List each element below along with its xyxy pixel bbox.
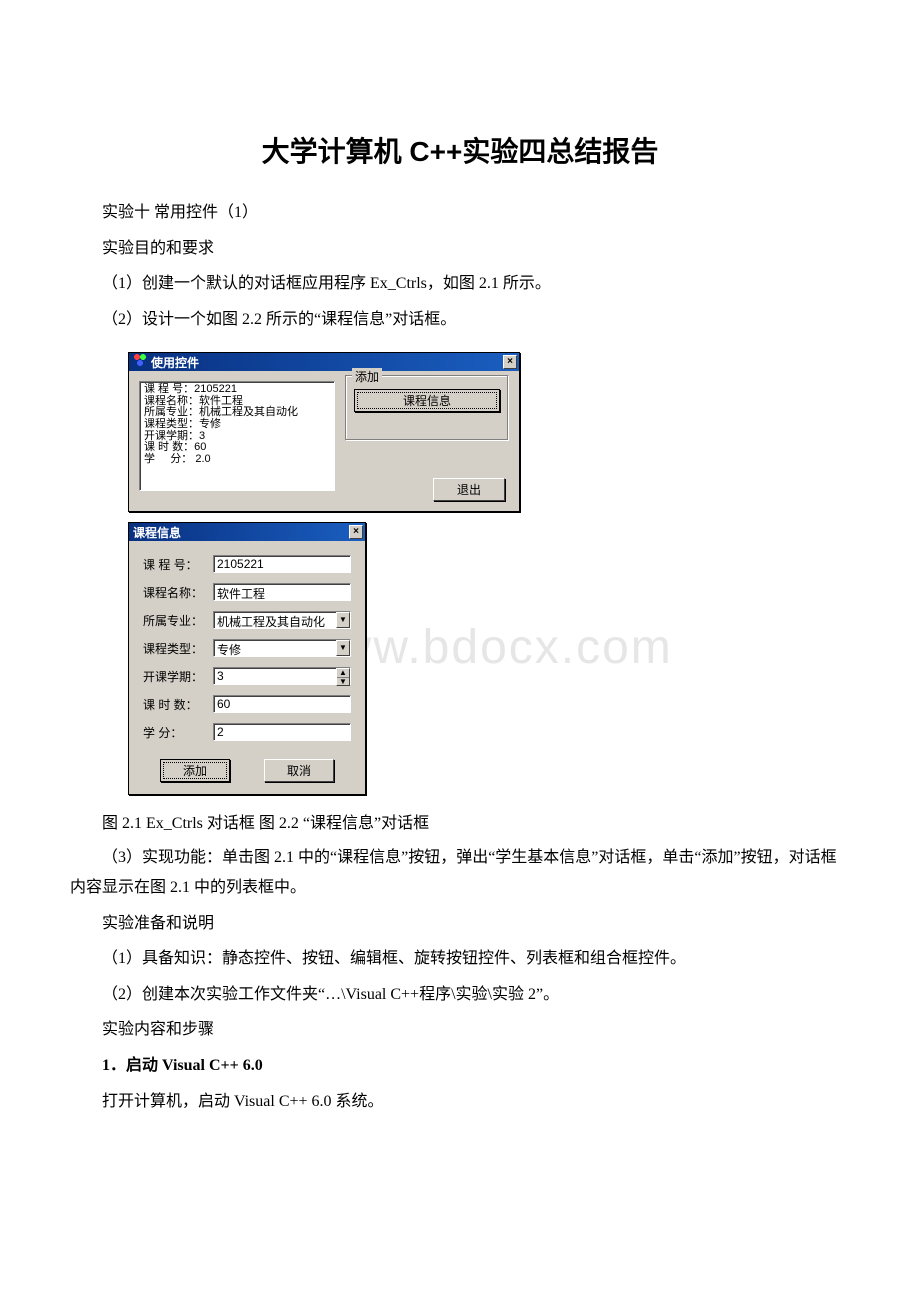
heading-steps: 实验内容和步骤 <box>70 1015 850 1045</box>
chevron-down-icon[interactable]: ▼ <box>337 678 349 686</box>
dlg1-title-text: 使用控件 <box>151 356 199 370</box>
row-course-type: 课程类型： 专修 ▼ <box>143 639 351 657</box>
close-icon[interactable]: × <box>349 525 363 539</box>
combo-major[interactable]: 机械工程及其自动化 <box>213 611 351 629</box>
course-info-button[interactable]: 课程信息 <box>354 389 500 412</box>
input-course-id[interactable]: 2105221 <box>213 555 351 573</box>
prep-1-text: （1）具备知识：静态控件、按钮、编辑框、旋转按钮控件、列表框和组合框控件。 <box>70 944 686 974</box>
cancel-button[interactable]: 取消 <box>264 759 334 782</box>
doc-title: 大学计算机 C++实验四总结报告 <box>70 130 850 170</box>
add-button[interactable]: 添加 <box>160 759 230 782</box>
label-course-type: 课程类型： <box>143 640 213 657</box>
heading-prep: 实验准备和说明 <box>70 909 850 939</box>
label-course-id: 课 程 号： <box>143 556 213 573</box>
row-semester: 开课学期： 3 ▲ ▼ <box>143 667 351 685</box>
row-hours: 课 时 数： 60 <box>143 695 351 713</box>
dlg2-title-text: 课程信息 <box>133 524 181 541</box>
spin-buttons[interactable]: ▲ ▼ <box>336 668 350 686</box>
step-1-heading: 1．启动 Visual C++ 6.0 <box>70 1051 850 1081</box>
prep-1: （1）具备知识：静态控件、按钮、编辑框、旋转按钮控件、列表框和组合框控件。 <box>70 944 850 974</box>
spin-semester[interactable]: 3 <box>213 667 351 685</box>
req-2: （2）设计一个如图 2.2 所示的“课程信息”对话框。 <box>70 305 850 335</box>
dialog-ex-ctrls: 使用控件 × 课 程 号：2105221 课程名称：软件工程 所属专业：机械工程… <box>128 352 520 512</box>
input-hours[interactable]: 60 <box>213 695 351 713</box>
titlebar[interactable]: 使用控件 × <box>129 353 519 371</box>
step-1-body: 打开计算机，启动 Visual C++ 6.0 系统。 <box>70 1087 850 1117</box>
figure-caption: 图 2.1 Ex_Ctrls 对话框 图 2.2 “课程信息”对话框 <box>70 809 850 833</box>
heading-experiment: 实验十 常用控件（1） <box>70 198 850 228</box>
label-semester: 开课学期： <box>143 668 213 685</box>
course-listbox[interactable]: 课 程 号：2105221 课程名称：软件工程 所属专业：机械工程及其自动化 课… <box>139 381 335 491</box>
chevron-down-icon[interactable]: ▼ <box>336 640 350 656</box>
titlebar-text: 使用控件 <box>133 353 199 371</box>
input-credits[interactable]: 2 <box>213 723 351 741</box>
label-major: 所属专业： <box>143 612 213 629</box>
heading-purpose: 实验目的和要求 <box>70 234 850 264</box>
mfc-icon <box>133 353 147 367</box>
label-hours: 课 时 数： <box>143 696 213 713</box>
dlg2-body: 课 程 号： 2105221 课程名称： 软件工程 所属专业： 机械工程及其自动… <box>129 541 365 794</box>
exit-button[interactable]: 退出 <box>433 478 505 501</box>
label-credits: 学 分： <box>143 724 213 741</box>
label-course-name: 课程名称： <box>143 584 213 601</box>
req-3-text: （3）实现功能：单击图 2.1 中的“课程信息”按钮，弹出“学生基本信息”对话框… <box>70 843 850 902</box>
dlg2-button-row: 添加 取消 <box>143 759 351 782</box>
close-icon[interactable]: × <box>503 355 517 369</box>
titlebar[interactable]: 课程信息 × <box>129 523 365 541</box>
dialog-course-info: 课程信息 × 课 程 号： 2105221 课程名称： 软件工程 所属专业： 机… <box>128 522 366 795</box>
row-major: 所属专业： 机械工程及其自动化 ▼ <box>143 611 351 629</box>
prep-2: （2）创建本次实验工作文件夹“…\Visual C++程序\实验\实验 2”。 <box>70 980 850 1010</box>
chevron-down-icon[interactable]: ▼ <box>336 612 350 628</box>
row-credits: 学 分： 2 <box>143 723 351 741</box>
dlg1-body: 课 程 号：2105221 课程名称：软件工程 所属专业：机械工程及其自动化 课… <box>129 371 519 511</box>
combo-course-type[interactable]: 专修 <box>213 639 351 657</box>
row-course-id: 课 程 号： 2105221 <box>143 555 351 573</box>
req-3: （3）实现功能：单击图 2.1 中的“课程信息”按钮，弹出“学生基本信息”对话框… <box>70 843 850 902</box>
row-course-name: 课程名称： 软件工程 <box>143 583 351 601</box>
add-groupbox: 添加 课程信息 <box>345 375 509 441</box>
groupbox-legend: 添加 <box>352 368 382 385</box>
input-course-name[interactable]: 软件工程 <box>213 583 351 601</box>
figure-block: 使用控件 × 课 程 号：2105221 课程名称：软件工程 所属专业：机械工程… <box>128 352 850 795</box>
req-1: （1）创建一个默认的对话框应用程序 Ex_Ctrls，如图 2.1 所示。 <box>70 269 850 299</box>
